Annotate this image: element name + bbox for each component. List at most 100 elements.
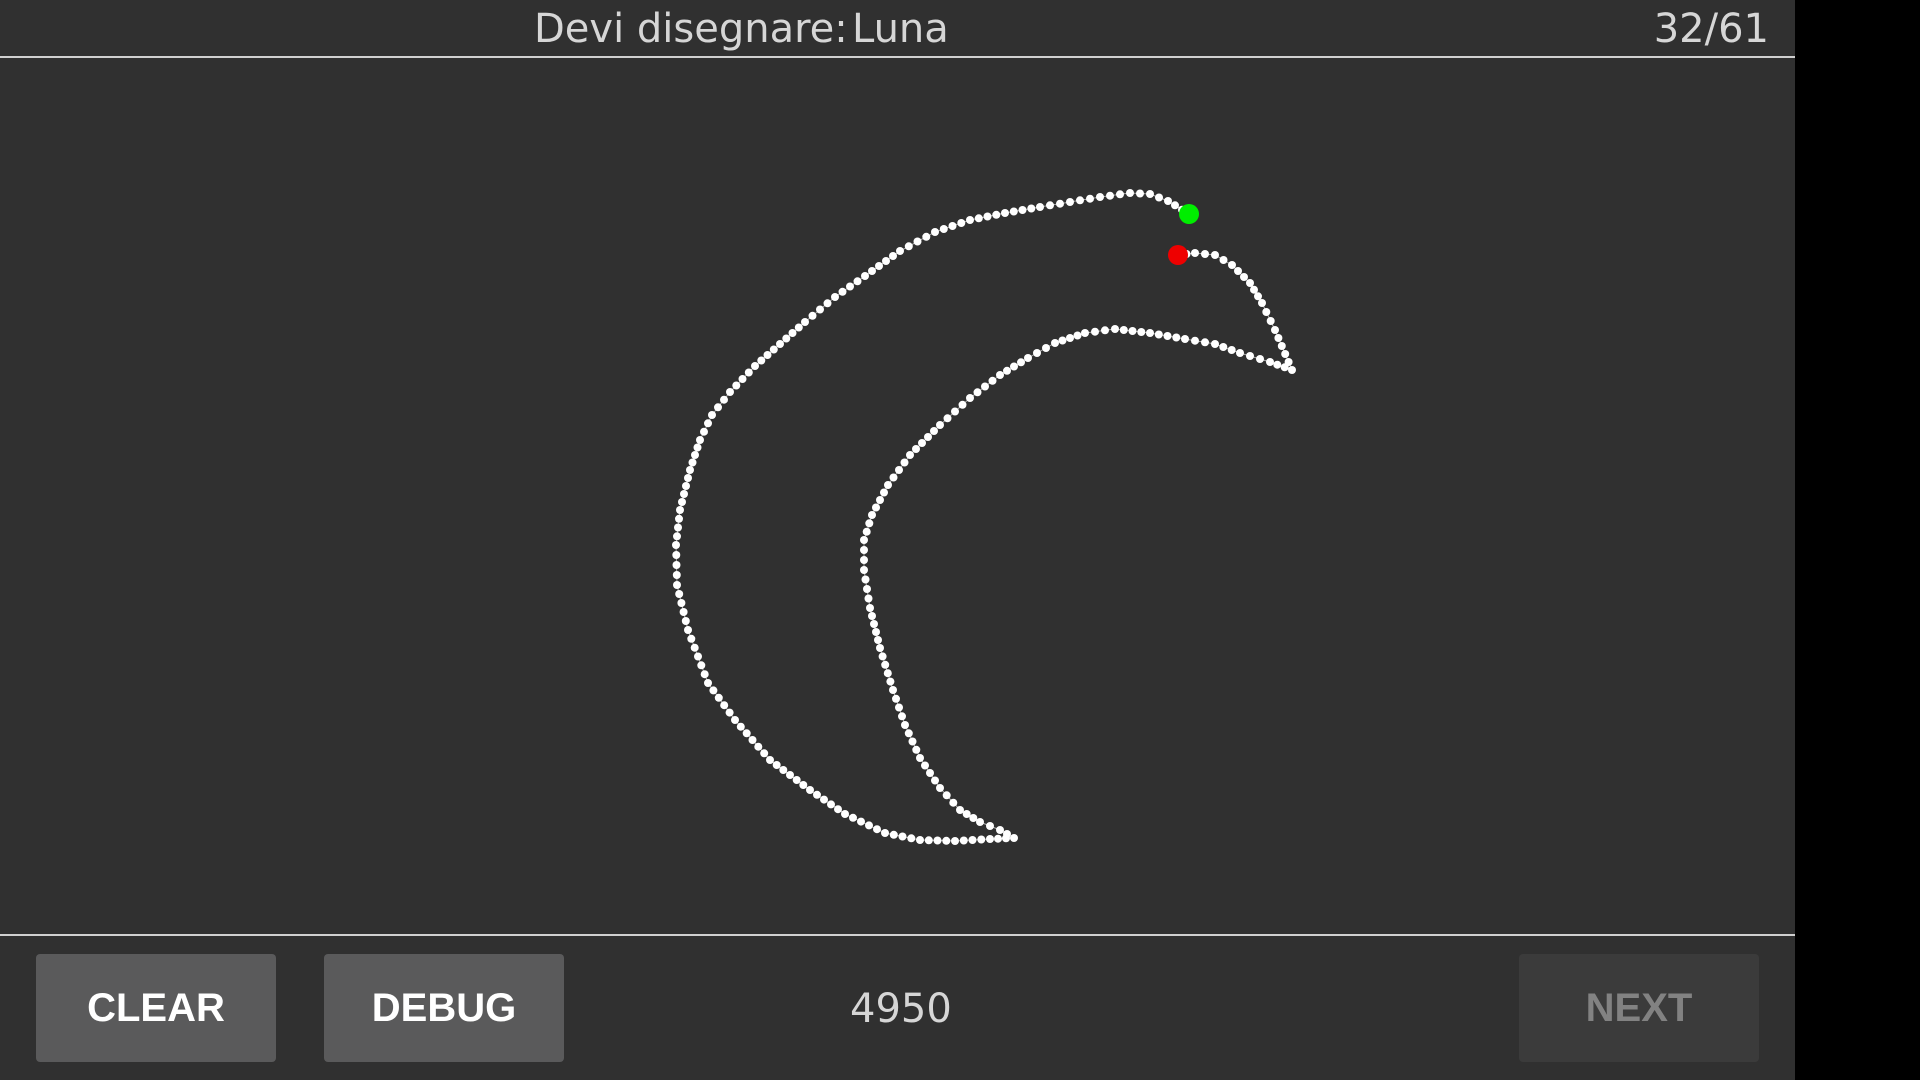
drawn-stroke-points [672,189,1296,845]
stroke-point [675,514,683,523]
stroke-point [672,541,680,549]
system-nav-strip [1795,0,1920,1080]
stroke-point [1266,317,1275,325]
stroke-point [846,282,854,291]
stroke-point [1191,249,1199,257]
stroke-point [860,556,868,564]
stroke-point [700,670,709,679]
stroke-point [994,834,1002,843]
stroke-point [872,503,880,512]
stroke-point [751,362,759,370]
stroke-point [876,496,884,504]
stroke-point [1128,327,1137,335]
stroke-point [878,652,887,661]
clear-button[interactable]: CLEAR [36,954,276,1062]
stroke-point [1136,189,1144,198]
stroke-point [744,368,753,377]
stroke-point [966,216,974,224]
drawing-canvas[interactable] [0,58,1795,934]
stroke-point [939,225,948,233]
stroke-point [704,679,712,687]
score-value: 4950 [850,986,952,1032]
stroke-point [838,287,847,296]
stroke-point [736,722,745,731]
stroke-point [870,620,878,628]
stroke-point [792,776,801,784]
stroke-point [708,411,716,419]
stroke-point [866,604,874,612]
stroke-point [757,356,766,365]
stroke-point [860,546,868,554]
stroke-point [1219,343,1228,351]
stroke-point [868,612,876,620]
stroke-point [860,566,868,574]
stroke-point [779,766,788,774]
stroke-point [686,466,694,474]
stroke-start-marker [1179,204,1199,224]
stroke-point [1024,354,1032,362]
stroke-point [772,761,781,769]
stroke-point [1010,834,1018,842]
stroke-point [886,677,895,686]
stroke-point [974,214,983,223]
stroke-point [1240,273,1248,281]
stroke-point [1274,334,1283,342]
stroke-point [684,474,692,482]
stroke-point [948,222,957,230]
stroke-point [942,791,951,800]
stroke-point [687,634,696,643]
stroke-point [862,527,871,536]
drawing-surface[interactable] [0,58,1795,934]
stroke-point [896,247,904,255]
stroke-point [1155,193,1163,202]
stroke-point [1271,326,1279,334]
stroke-point [694,652,702,661]
stroke-point [799,781,808,789]
stroke-point [684,626,692,634]
stroke-point [895,466,903,474]
stroke-point [1101,326,1109,335]
stroke-point [1164,197,1172,205]
stroke-point [1058,336,1067,345]
stroke-point [956,806,964,814]
stroke-point [673,532,681,541]
stroke-point [898,832,907,841]
stroke-point [849,813,857,822]
stroke-point [823,299,832,308]
stroke-point [1126,189,1134,197]
stroke-point [672,571,681,579]
stroke-point [697,661,706,670]
stroke-point [776,340,784,348]
stroke-point [1076,196,1084,205]
stroke-point [868,267,876,275]
debug-button[interactable]: DEBUG [324,954,564,1062]
footer-bar: CLEAR DEBUG 4950 NEXT [0,936,1795,1080]
stroke-point [933,836,942,845]
stroke-point [1066,334,1074,342]
stroke-point [926,769,934,777]
stroke-point [808,311,817,320]
stroke-point [931,776,939,785]
stroke-point [1250,285,1258,294]
stroke-point [1246,279,1254,287]
stroke-point [884,481,892,489]
stroke-end-marker [1168,245,1188,265]
stroke-point [857,817,865,826]
drawing-app: Devi disegnare: Luna 32/61 CLEAR DEBUG 4… [0,0,1795,1080]
stroke-point [1137,328,1146,336]
stroke-point [690,643,699,652]
stroke-point [841,810,849,818]
stroke-point [924,836,933,845]
stroke-point [936,421,944,429]
stroke-point [679,608,688,616]
stroke-point [748,736,757,744]
stroke-point [863,585,871,593]
stroke-point [794,323,803,332]
stroke-point [966,394,974,402]
stroke-point [1119,326,1128,334]
stroke-point [1009,207,1018,216]
next-button[interactable]: NEXT [1519,954,1759,1062]
stroke-point [865,519,874,528]
stroke-point [1256,355,1264,363]
stroke-point [760,749,769,758]
